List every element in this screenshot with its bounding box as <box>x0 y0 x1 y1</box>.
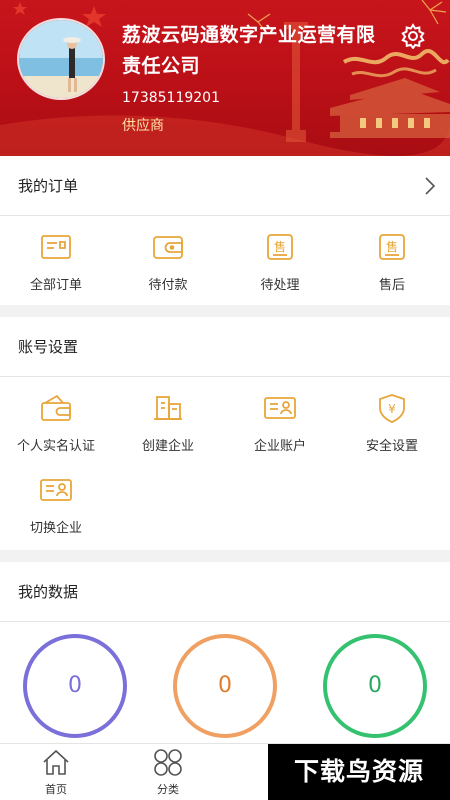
order-pending-payment-label: 待付款 <box>148 278 188 293</box>
stats-title: 我的数据 <box>18 583 79 601</box>
account-security[interactable]: ¥ 安全设置 <box>336 393 448 454</box>
orders-title: 我的订单 <box>18 177 79 195</box>
shield-yen-icon: ¥ <box>379 394 405 423</box>
stat-ring-1[interactable]: 0 <box>23 634 127 738</box>
account-grid: 个人实名认证 创建企业 企业账户 ¥ 安全设置 切换企业 <box>0 377 450 549</box>
svg-text:售: 售 <box>386 239 398 254</box>
chevron-right-icon[interactable] <box>424 176 436 196</box>
avatar[interactable] <box>17 18 105 100</box>
order-processing[interactable]: 售 待处理 <box>224 232 336 293</box>
avatar-photo <box>19 20 103 98</box>
account-title: 账号设置 <box>18 338 79 356</box>
stat-value-3: 0 <box>368 673 382 698</box>
stat-ring-3[interactable]: 0 <box>323 634 427 738</box>
stat-value-2: 0 <box>218 673 232 698</box>
sale-doc-icon: 售 <box>267 234 293 260</box>
company-name: 荔波云码通数字产业运营有限责任公司 <box>122 24 376 77</box>
phone-number: 17385119201 <box>122 90 220 106</box>
tab-category-label: 分类 <box>157 783 179 796</box>
tab-home-label: 首页 <box>45 783 67 796</box>
receipt-icon <box>41 235 71 259</box>
role-label: 供应商 <box>122 118 164 134</box>
wallet-icon <box>153 236 183 259</box>
after-sale-icon: 售 <box>379 234 405 260</box>
account-real-name-label: 个人实名认证 <box>16 439 95 454</box>
account-create-company[interactable]: 创建企业 <box>112 393 224 454</box>
account-create-company-label: 创建企业 <box>141 439 194 454</box>
account-switch-company-label: 切换企业 <box>29 521 82 536</box>
wallet-icon <box>41 394 71 421</box>
order-processing-label: 待处理 <box>260 278 300 293</box>
stat-value-1: 0 <box>68 673 82 698</box>
building-icon <box>154 396 182 420</box>
id-card-icon <box>40 479 72 501</box>
id-card-icon <box>264 397 296 419</box>
order-all[interactable]: 全部订单 <box>0 232 112 293</box>
orders-header[interactable]: 我的订单 <box>0 156 450 216</box>
account-header: 账号设置 <box>0 317 450 377</box>
stats-header: 我的数据 <box>0 562 450 622</box>
category-icon <box>154 749 182 776</box>
account-section: 账号设置 个人实名认证 创建企业 企业账户 ¥ 安全设置 切换企业 <box>0 317 450 550</box>
stat-ring-2[interactable]: 0 <box>173 634 277 738</box>
order-pending-payment[interactable]: 待付款 <box>112 232 224 293</box>
order-after-sale-label: 售后 <box>378 278 405 293</box>
home-icon <box>43 749 69 775</box>
svg-text:¥: ¥ <box>388 402 396 416</box>
tab-category[interactable]: 分类 <box>138 748 198 797</box>
profile-header: 荔波云码通数字产业运营有限责任公司 17385119201 供应商 <box>0 0 450 156</box>
watermark-banner: 下载鸟资源 <box>268 744 450 800</box>
account-company-account-label: 企业账户 <box>253 439 306 454</box>
account-security-label: 安全设置 <box>365 439 418 454</box>
order-all-label: 全部订单 <box>29 278 82 293</box>
stats-section: 我的数据 0 0 0 <box>0 562 450 743</box>
account-switch-company[interactable]: 切换企业 <box>0 475 112 536</box>
account-real-name[interactable]: 个人实名认证 <box>0 393 112 454</box>
order-after-sale[interactable]: 售 售后 <box>336 232 448 293</box>
orders-grid: 全部订单 待付款 售 待处理 售 售后 <box>0 216 450 304</box>
orders-section: 我的订单 全部订单 待付款 售 待处理 售 售后 <box>0 156 450 305</box>
tab-home[interactable]: 首页 <box>26 748 86 797</box>
svg-text:售: 售 <box>274 239 286 254</box>
gear-icon[interactable] <box>400 23 426 49</box>
account-company-account[interactable]: 企业账户 <box>224 393 336 454</box>
